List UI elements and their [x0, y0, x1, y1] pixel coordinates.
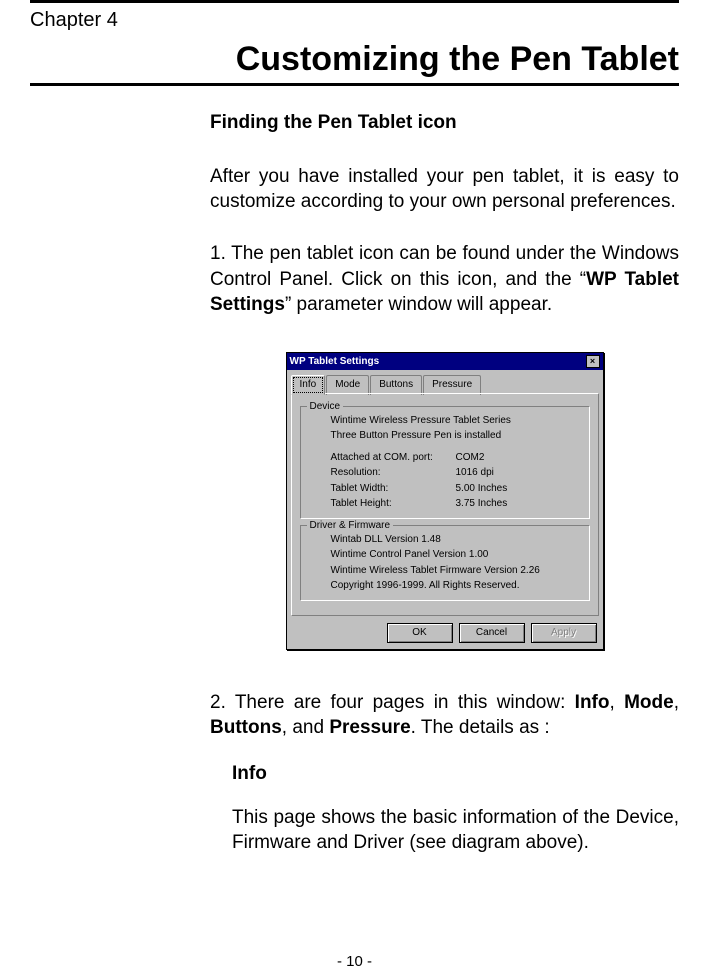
- driver-line-1: Wintab DLL Version 1.48: [309, 532, 581, 548]
- driver-group: Driver & Firmware Wintab DLL Version 1.4…: [300, 525, 590, 601]
- height-row: Tablet Height: 3.75 Inches: [309, 496, 581, 512]
- driver-line-3: Wintime Wireless Tablet Firmware Version…: [309, 563, 581, 579]
- step-2-sep3: , and: [282, 717, 330, 738]
- step-2-sep2: ,: [674, 692, 679, 713]
- page-number: - 10 -: [0, 953, 709, 970]
- step-2-b1: Info: [575, 692, 610, 713]
- step-2: 2. There are four pages in this window: …: [210, 690, 679, 741]
- device-line-2: Three Button Pressure Pen is installed: [309, 428, 581, 444]
- device-line-1: Wintime Wireless Pressure Tablet Series: [309, 413, 581, 429]
- step-2-lead: 2. There are four pages in this window:: [210, 692, 575, 713]
- step-1: 1. The pen tablet icon can be found unde…: [210, 241, 679, 318]
- device-group-title: Device: [307, 400, 344, 414]
- tab-info[interactable]: Info: [291, 375, 326, 395]
- port-label: Attached at COM. port:: [331, 451, 456, 465]
- ok-button[interactable]: OK: [387, 623, 453, 643]
- dialog-screenshot: WP Tablet Settings × Info Mode Buttons P…: [210, 352, 679, 650]
- chapter-label: Chapter 4: [0, 3, 709, 32]
- page-title: Customizing the Pen Tablet: [0, 32, 709, 83]
- info-subheading: Info: [232, 761, 679, 787]
- tab-panel: Device Wintime Wireless Pressure Tablet …: [291, 393, 599, 616]
- resolution-row: Resolution: 1016 dpi: [309, 465, 581, 481]
- step-1-tail: ” parameter window will appear.: [285, 294, 552, 315]
- step-2-sep1: ,: [610, 692, 625, 713]
- tab-strip: Info Mode Buttons Pressure: [287, 370, 603, 394]
- height-value: 3.75 Inches: [456, 497, 508, 511]
- driver-line-2: Wintime Control Panel Version 1.00: [309, 547, 581, 563]
- port-row: Attached at COM. port: COM2: [309, 450, 581, 466]
- step-2-b2: Mode: [624, 692, 674, 713]
- dialog-titlebar[interactable]: WP Tablet Settings ×: [287, 353, 603, 371]
- resolution-label: Resolution:: [331, 466, 456, 480]
- width-row: Tablet Width: 5.00 Inches: [309, 481, 581, 497]
- step-2-tail: . The details as :: [411, 717, 550, 738]
- driver-group-title: Driver & Firmware: [307, 519, 394, 533]
- intro-paragraph: After you have installed your pen tablet…: [210, 164, 679, 215]
- close-button[interactable]: ×: [586, 355, 600, 368]
- dialog-title: WP Tablet Settings: [290, 355, 380, 369]
- width-label: Tablet Width:: [331, 482, 456, 496]
- title-horizontal-rule: [30, 83, 679, 86]
- width-value: 5.00 Inches: [456, 482, 508, 496]
- info-paragraph: This page shows the basic information of…: [210, 805, 679, 856]
- apply-button[interactable]: Apply: [531, 623, 597, 643]
- dialog-button-row: OK Cancel Apply: [287, 617, 603, 649]
- section-heading: Finding the Pen Tablet icon: [210, 110, 679, 136]
- driver-line-4: Copyright 1996-1999. All Rights Reserved…: [309, 578, 581, 594]
- step-2-b3: Buttons: [210, 717, 282, 738]
- wp-tablet-settings-dialog: WP Tablet Settings × Info Mode Buttons P…: [286, 352, 604, 650]
- height-label: Tablet Height:: [331, 497, 456, 511]
- device-group: Device Wintime Wireless Pressure Tablet …: [300, 406, 590, 519]
- port-value: COM2: [456, 451, 485, 465]
- step-2-b4: Pressure: [329, 717, 410, 738]
- resolution-value: 1016 dpi: [456, 466, 494, 480]
- cancel-button[interactable]: Cancel: [459, 623, 525, 643]
